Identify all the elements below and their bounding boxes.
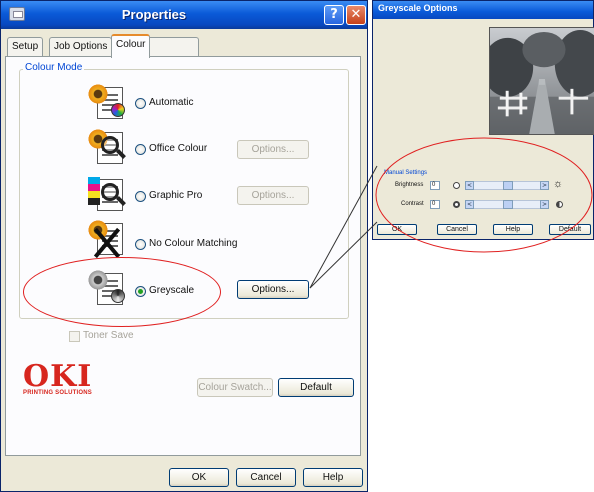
greyscale-cancel-button[interactable]: Cancel — [437, 224, 477, 235]
automatic-radio[interactable] — [135, 98, 146, 109]
cancel-button[interactable]: Cancel — [236, 468, 296, 487]
contrast-label: Contrast — [401, 201, 424, 207]
contrast-low-icon — [453, 201, 460, 208]
properties-window: Properties ? ✕ Setup Job Options Colour … — [0, 0, 368, 492]
contrast-slider-thumb[interactable] — [503, 200, 513, 209]
brightness-right-arrow[interactable]: > — [540, 181, 549, 190]
tab-setup[interactable]: Setup — [7, 37, 44, 57]
oki-logo: OKI — [23, 359, 93, 394]
toner-save-label: Toner Save — [83, 330, 134, 341]
brightness-left-arrow[interactable]: < — [465, 181, 474, 190]
greyscale-help-button[interactable]: Help — [493, 224, 533, 235]
graphic-pro-radio[interactable] — [135, 191, 146, 202]
window-title: Properties — [121, 7, 187, 22]
graphic-pro-label: Graphic Pro — [149, 190, 203, 201]
ok-button[interactable]: OK — [169, 468, 229, 487]
close-button[interactable]: ✕ — [346, 5, 366, 25]
greyscale-highlight-ellipse — [23, 257, 221, 327]
greyscale-default-button[interactable]: Default — [549, 224, 591, 235]
preview-image — [489, 27, 594, 135]
greyscale-title-bar[interactable]: Greyscale Options — [373, 1, 593, 19]
brightness-slider-thumb[interactable] — [503, 181, 513, 190]
graphic-pro-options-button[interactable]: Options... — [237, 186, 309, 205]
no-colour-matching-label: No Colour Matching — [149, 238, 238, 249]
office-colour-radio[interactable] — [135, 144, 146, 155]
no-colour-matching-icon — [85, 217, 125, 257]
manual-settings-label: Manual Settings — [384, 170, 428, 176]
greyscale-options-window: Greyscale Options Manual Settings Bright… — [372, 0, 594, 240]
office-colour-label: Office Colour — [149, 143, 208, 154]
toner-save-checkbox[interactable] — [69, 331, 80, 342]
contrast-left-arrow[interactable]: < — [465, 200, 474, 209]
help-button[interactable]: Help — [303, 468, 363, 487]
default-button[interactable]: Default — [278, 378, 354, 397]
office-colour-options-button[interactable]: Options... — [237, 140, 309, 159]
tab-job-options[interactable]: Job Options — [49, 37, 113, 57]
brightness-label: Brightness — [395, 182, 424, 188]
automatic-mode-icon — [85, 81, 125, 121]
help-title-button[interactable]: ? — [324, 5, 344, 25]
brightness-low-icon — [453, 182, 460, 189]
sun-icon: ☼ — [553, 178, 564, 190]
oki-logo-subtitle: PRINTING SOLUTIONS — [23, 390, 92, 396]
tab-colour[interactable]: Colour — [111, 34, 151, 58]
title-bar[interactable]: Properties ? ✕ — [1, 1, 367, 29]
automatic-label: Automatic — [149, 97, 194, 108]
contrast-right-arrow[interactable]: > — [540, 200, 549, 209]
contrast-input[interactable]: 0 — [430, 200, 440, 209]
tab-blank — [147, 37, 199, 57]
contrast-icon — [556, 201, 563, 208]
office-colour-icon — [85, 126, 125, 166]
greyscale-window-title: Greyscale Options — [378, 3, 458, 13]
colour-swatch-button[interactable]: Colour Swatch... — [197, 378, 273, 397]
greyscale-ok-button[interactable]: OK — [377, 224, 417, 235]
no-colour-matching-radio[interactable] — [135, 239, 146, 250]
brightness-input[interactable]: 0 — [430, 181, 440, 190]
greyscale-options-button[interactable]: Options... — [237, 280, 309, 299]
graphic-pro-icon — [85, 173, 125, 213]
colour-mode-label: Colour Mode — [23, 62, 85, 73]
